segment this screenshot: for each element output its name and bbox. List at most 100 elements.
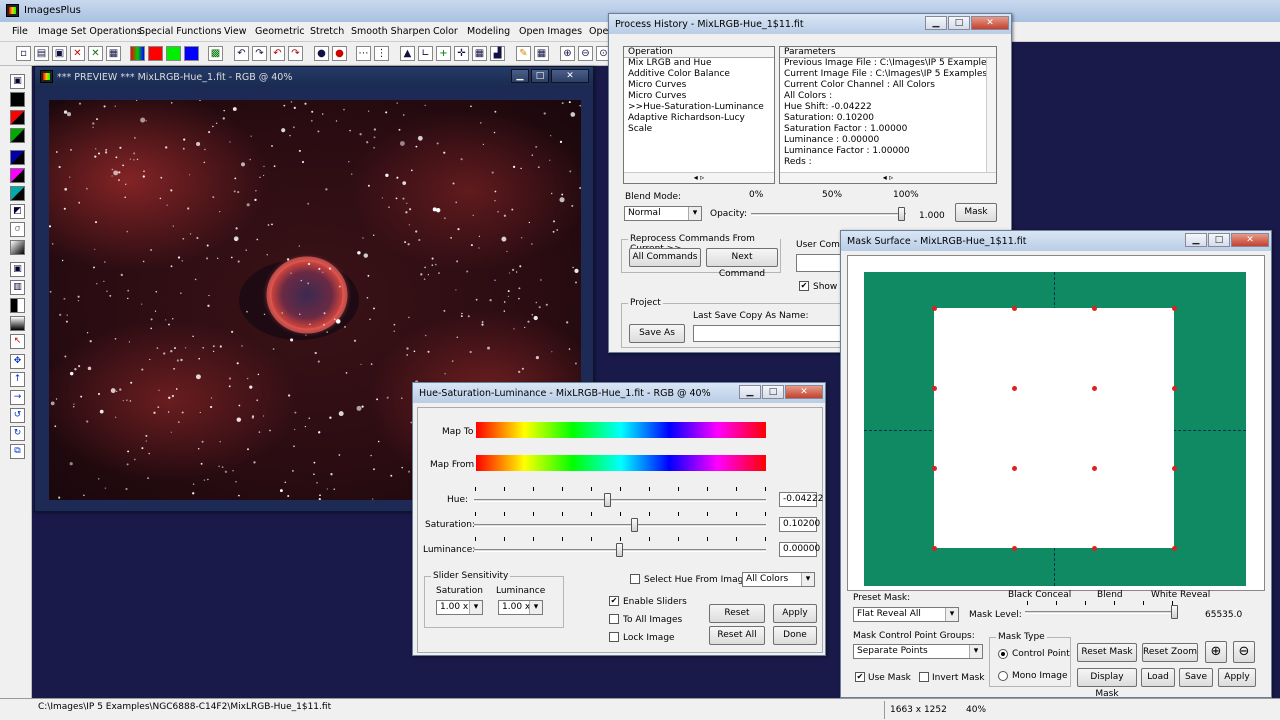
map-from-spectrum[interactable]: [476, 455, 766, 471]
all-commands-button[interactable]: All Commands: [629, 248, 701, 267]
apply-mask-button[interactable]: Apply: [1218, 668, 1256, 687]
operation-item[interactable]: Micro Curves: [624, 80, 774, 91]
parameters-list[interactable]: Parameters Previous Image File : C:\Imag…: [779, 46, 997, 184]
saturation-value-field[interactable]: 0.10200: [779, 517, 820, 532]
map-to-spectrum[interactable]: [476, 422, 766, 438]
magenta-black-icon[interactable]: [10, 168, 25, 183]
done-button[interactable]: Done: [773, 626, 817, 645]
control-point[interactable]: [932, 546, 937, 551]
control-point[interactable]: [1172, 306, 1177, 311]
menu-stretch[interactable]: Stretch: [310, 26, 344, 37]
hsl-minimize-button[interactable]: ▁: [739, 385, 761, 399]
operation-scrollbar[interactable]: ◂ ▹: [624, 172, 774, 183]
arrow-select-icon[interactable]: ↖: [10, 334, 25, 349]
show-checkbox[interactable]: ✔: [799, 281, 809, 291]
select-hue-checkbox[interactable]: [630, 574, 640, 584]
enable-sliders-checkbox[interactable]: ✔: [609, 596, 619, 606]
redo-icon[interactable]: ↷: [252, 46, 267, 61]
reset-button[interactable]: Reset: [709, 604, 765, 623]
mono-image-radio[interactable]: [998, 671, 1008, 681]
zoom-out-icon[interactable]: ⊖: [578, 46, 593, 61]
mosaic-icon[interactable]: ▦: [534, 46, 549, 61]
sigma-icon[interactable]: σ: [10, 222, 25, 237]
control-point[interactable]: [1092, 466, 1097, 471]
control-point[interactable]: [932, 306, 937, 311]
table-icon[interactable]: ▦: [472, 46, 487, 61]
blue-black-icon[interactable]: [10, 150, 25, 165]
hsl-close-button[interactable]: ✕: [785, 385, 823, 399]
menu-smooth-sharpen[interactable]: Smooth Sharpen: [351, 26, 430, 37]
lock-image-checkbox[interactable]: [609, 632, 619, 642]
green-black-icon[interactable]: [10, 128, 25, 143]
undo-all-icon[interactable]: ↶: [270, 46, 285, 61]
rotate-left-icon[interactable]: ↺: [10, 408, 25, 423]
redo-all-icon[interactable]: ↷: [288, 46, 303, 61]
bars-icon[interactable]: ▥: [10, 280, 25, 295]
preview-minimize-button[interactable]: ▁: [511, 69, 529, 83]
right-arrow-icon[interactable]: →: [10, 390, 25, 405]
menu-color[interactable]: Color: [433, 26, 458, 37]
menu-open-images[interactable]: Open Images: [519, 26, 582, 37]
control-point[interactable]: [1092, 386, 1097, 391]
use-mask-checkbox[interactable]: ✔: [855, 672, 865, 682]
control-point[interactable]: [1012, 306, 1017, 311]
mask-level-track[interactable]: [1025, 611, 1177, 614]
select-hue-dropdown[interactable]: All Colors: [742, 572, 815, 587]
select-icon[interactable]: ⋮: [374, 46, 389, 61]
apply-button[interactable]: Apply: [773, 604, 817, 623]
control-point[interactable]: [932, 386, 937, 391]
hue-slider-track[interactable]: [474, 499, 766, 502]
new-file-icon[interactable]: ▫: [16, 46, 31, 61]
preview-close-button[interactable]: ✕: [551, 69, 589, 83]
control-point[interactable]: [1172, 386, 1177, 391]
blend-mode-select[interactable]: Normal: [624, 206, 702, 221]
control-point[interactable]: [1012, 546, 1017, 551]
menu-view[interactable]: View: [224, 26, 247, 37]
control-point[interactable]: [1012, 466, 1017, 471]
mask-close-button[interactable]: ✕: [1231, 233, 1269, 247]
history-close-button[interactable]: ✕: [971, 16, 1009, 30]
move-icon[interactable]: ✥: [10, 354, 25, 369]
zoom-in-icon[interactable]: ⊕: [560, 46, 575, 61]
rotate-right-icon[interactable]: ↻: [10, 426, 25, 441]
parameters-hscroll[interactable]: ◂ ▹: [780, 172, 996, 183]
parameters-vscroll[interactable]: [986, 58, 996, 174]
mask-button[interactable]: Mask: [955, 203, 997, 222]
control-point[interactable]: [1012, 386, 1017, 391]
split-icon[interactable]: [10, 298, 25, 313]
save-disk-icon[interactable]: ▣: [52, 46, 67, 61]
histogram-icon[interactable]: ▲: [400, 46, 415, 61]
gradient-icon[interactable]: [10, 240, 25, 255]
zoom-out-icon[interactable]: ⊖: [1233, 641, 1255, 663]
control-point-radio[interactable]: [998, 649, 1008, 659]
record-icon[interactable]: ●: [314, 46, 329, 61]
copy-icon[interactable]: ⧉: [10, 444, 25, 459]
control-point[interactable]: [1172, 546, 1177, 551]
reset-mask-button[interactable]: Reset Mask: [1077, 643, 1137, 662]
control-point[interactable]: [932, 466, 937, 471]
display-mask-button[interactable]: Display Mask: [1077, 668, 1137, 699]
crosshair-icon[interactable]: ✛: [454, 46, 469, 61]
operation-item[interactable]: Micro Curves: [624, 91, 774, 102]
save-icon[interactable]: ▣: [10, 74, 25, 89]
operation-item[interactable]: Scale: [624, 124, 774, 135]
stop-icon[interactable]: ●: [332, 46, 347, 61]
up-arrow-icon[interactable]: ↑: [10, 372, 25, 387]
undo-icon[interactable]: ↶: [234, 46, 249, 61]
mask-minimize-button[interactable]: ▁: [1185, 233, 1207, 247]
vertical-gradient-icon[interactable]: [10, 316, 25, 331]
operation-item[interactable]: Adaptive Richardson-Lucy: [624, 113, 774, 124]
operation-item[interactable]: >>Hue-Saturation-Luminance: [624, 102, 774, 113]
red-black-icon[interactable]: [10, 110, 25, 125]
green-channel-icon[interactable]: [166, 46, 181, 61]
history-maximize-button[interactable]: □: [948, 16, 970, 30]
close-all-icon[interactable]: ✕: [88, 46, 103, 61]
cp-groups-select[interactable]: Separate Points: [853, 644, 983, 659]
sens-lum-select[interactable]: 1.00 x: [498, 600, 543, 615]
white-black-icon[interactable]: ◩: [10, 204, 25, 219]
control-point[interactable]: [1092, 546, 1097, 551]
save-as-button[interactable]: Save As: [629, 324, 685, 343]
opacity-slider-thumb[interactable]: [898, 207, 905, 221]
zoom-in-icon[interactable]: ⊕: [1205, 641, 1227, 663]
invert-mask-checkbox[interactable]: [919, 672, 929, 682]
